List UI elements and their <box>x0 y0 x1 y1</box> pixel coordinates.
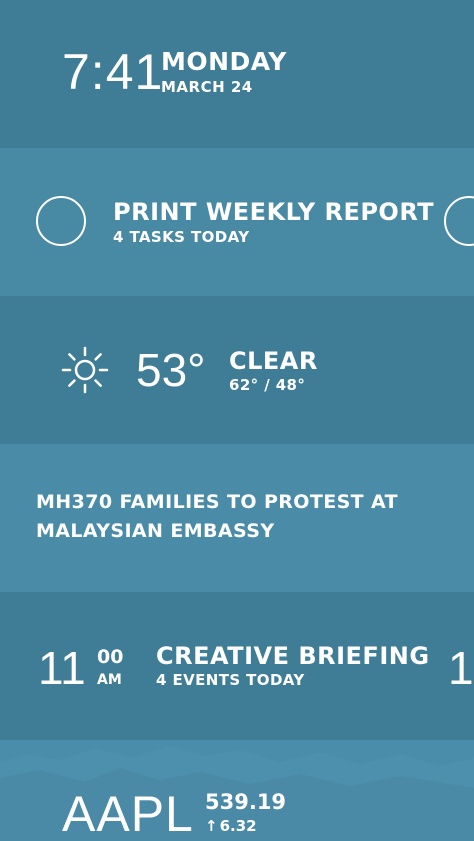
event-count: 4 EVENTS TODAY <box>156 671 305 689</box>
stock-card[interactable]: AAPL 539.19 ↑ 6.32 <box>0 740 474 841</box>
event-title: CREATIVE BRIEFING <box>156 642 430 670</box>
stock-price: 539.19 <box>205 790 287 814</box>
day-label: MONDAY <box>161 47 287 76</box>
event-hour: 11 <box>38 642 86 694</box>
clock-time: 7:41 <box>62 44 164 100</box>
stock-change: ↑ 6.32 <box>205 817 257 835</box>
task-title: PRINT WEEKLY REPORT <box>113 198 435 226</box>
stock-change-value: 6.32 <box>219 817 257 835</box>
task-count: 4 TASKS TODAY <box>113 228 250 246</box>
event-minutes: 00 <box>97 646 124 668</box>
sun-icon <box>61 346 109 394</box>
date-label: MARCH 24 <box>161 78 253 96</box>
time-card[interactable]: 7:41 MONDAY MARCH 24 <box>0 0 474 148</box>
news-headline[interactable]: MH370 FAMILIES TO PROTEST AT MALAYSIAN E… <box>36 488 436 546</box>
circle-checkbox-icon[interactable] <box>36 196 86 246</box>
stock-ticker: AAPL <box>62 786 194 841</box>
temperature-range: 62° / 48° <box>229 376 306 394</box>
temperature: 53° <box>136 344 206 396</box>
arrow-up-icon: ↑ <box>205 817 218 835</box>
next-event-hour-peek[interactable]: 1 <box>448 640 474 696</box>
event-ampm: AM <box>97 672 122 688</box>
weather-condition: CLEAR <box>229 347 318 375</box>
